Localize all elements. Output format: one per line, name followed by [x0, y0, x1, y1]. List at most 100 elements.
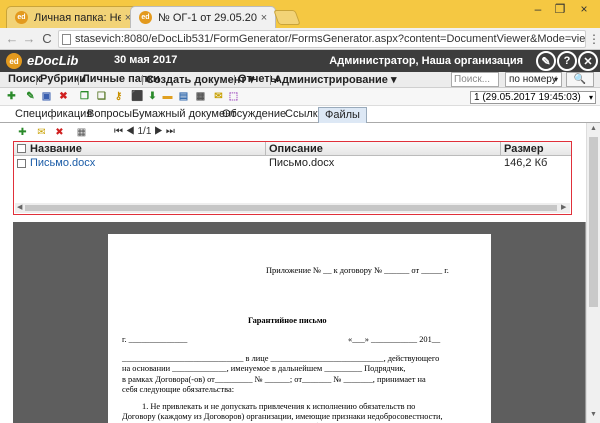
screen: ed Личная папка: Недавни × ed № ОГ-1 от …	[0, 0, 600, 423]
search-mode-select[interactable]: по номеру ▾	[505, 72, 562, 87]
menu-separator	[142, 75, 143, 85]
file-name-link[interactable]: Письмо.docx	[30, 157, 95, 169]
maximize-icon[interactable]: ❐	[552, 2, 568, 16]
settings-icon[interactable]: ✎	[536, 51, 556, 71]
menu-administration[interactable]: Администрирование ▾	[274, 73, 397, 86]
copy-icon[interactable]: ❐	[79, 91, 90, 102]
scroll-down-icon[interactable]: ▼	[590, 411, 597, 418]
add-icon[interactable]: ✚	[6, 91, 17, 102]
files-panel: ⏮ ◀ 1/1 ▶ ⏭ ✚ ✉ ✖ ▦ Название Описание Разме…	[0, 123, 586, 220]
route-icon[interactable]: ⬚	[228, 91, 239, 102]
main-menu: Поиск Рубрики Личные папки Создать докум…	[0, 72, 600, 88]
files-toolbar: ⏮ ◀ 1/1 ▶ ⏭ ✚ ✉ ✖ ▦	[0, 126, 586, 140]
minimize-icon[interactable]: –	[530, 2, 546, 16]
last-page-icon[interactable]: ⏭	[166, 126, 175, 137]
page-indicator: 1/1	[137, 126, 152, 137]
document-text-line: на основании _____________, именуемое в …	[122, 364, 406, 373]
delete-icon[interactable]: ✖	[58, 91, 69, 102]
delete-file-icon[interactable]: ✖	[54, 127, 65, 138]
scrollbar-thumb[interactable]	[589, 137, 598, 307]
document-toolbar: 1 (29.05.2017 19:45:03) ▾ ✚ ✎ ▣ ✖ ❐ ❏ ⚷ ⬛ ⬇ ▬ ▤ ▦ ✉ ⬚	[0, 88, 600, 106]
address-bar[interactable]: stasevich:8080/eDocLib531/FormGenerator/…	[58, 30, 586, 48]
download-icon[interactable]: ⬇	[147, 91, 158, 102]
scroll-right-icon[interactable]: ▶	[561, 203, 566, 211]
logout-icon[interactable]: ✕	[578, 51, 598, 71]
scroll-up-icon[interactable]: ▲	[590, 125, 597, 132]
document-text-line: г. ______________	[122, 335, 188, 344]
menu-separator	[234, 75, 235, 85]
browser-tab-title: Личная папка: Недавни	[34, 11, 121, 24]
app-brand: eDocLib	[27, 53, 79, 68]
new-tab-button[interactable]	[273, 10, 301, 25]
folder-icon[interactable]: ▬	[162, 91, 173, 102]
tab-files[interactable]: Файлы	[318, 107, 367, 123]
mail-file-icon[interactable]: ✉	[36, 127, 47, 138]
archive-icon[interactable]: ▤	[178, 91, 189, 102]
save-icon[interactable]: ▣	[41, 91, 52, 102]
edoclib-logo-icon: ed	[6, 53, 22, 69]
document-text-line: _____________________________ в лице ___…	[122, 354, 440, 363]
search-input[interactable]: Поиск...	[451, 72, 499, 87]
menu-create-document-label: Создать документ	[146, 74, 246, 86]
column-separator	[500, 142, 501, 156]
browser-menu-icon[interactable]: ⋮	[588, 32, 600, 46]
app-header: ed eDocLib 30 мая 2017 Администратор, На…	[0, 50, 600, 72]
forward-icon[interactable]: →	[21, 31, 37, 46]
menu-separator	[36, 75, 37, 85]
column-header-size[interactable]: Размер	[504, 143, 544, 155]
select-all-checkbox[interactable]	[17, 144, 26, 153]
print-icon[interactable]: ▦	[195, 91, 206, 102]
document-text-line: в рамках Договора(-ов) от_________ № ___…	[122, 375, 426, 384]
column-header-description[interactable]: Описание	[269, 143, 323, 155]
search-mode-value: по номеру	[509, 74, 557, 85]
print-file-icon[interactable]: ▦	[76, 127, 87, 138]
menu-administration-label: Администрирование	[274, 74, 388, 86]
version-select[interactable]: 1 (29.05.2017 19:45:03) ▾	[470, 91, 596, 104]
first-page-icon[interactable]: ⏮	[114, 126, 123, 137]
page-icon	[62, 34, 71, 45]
menu-rubrics[interactable]: Рубрики	[40, 73, 86, 85]
prev-page-icon[interactable]: ◀	[126, 126, 135, 137]
edit-icon[interactable]: ✎	[25, 91, 36, 102]
browser-tab-title: № ОГ-1 от 29.05.2017 Ог	[158, 11, 257, 24]
scrollbar-thumb[interactable]	[25, 205, 557, 211]
document-text-line: себя следующие обязательства:	[122, 385, 235, 394]
approve-icon[interactable]: ⬛	[131, 91, 143, 102]
pager: ⏮ ◀ 1/1 ▶ ⏭	[114, 126, 175, 137]
column-separator	[265, 142, 266, 156]
paste-icon[interactable]: ❏	[96, 91, 107, 102]
help-icon[interactable]: ?	[557, 51, 577, 71]
tab-specification[interactable]: Спецификация	[15, 108, 92, 120]
tab-questions[interactable]: Вопросы	[87, 108, 132, 120]
tab-discussion[interactable]: Обсуждение	[222, 108, 286, 120]
document-text-line: «___» ___________ 201__	[348, 335, 441, 344]
back-icon[interactable]: ←	[4, 31, 20, 46]
next-page-icon[interactable]: ▶	[154, 126, 163, 137]
mail-icon[interactable]: ✉	[213, 91, 224, 102]
edoclib-favicon-icon: ed	[139, 11, 152, 24]
url-text: stasevich:8080/eDocLib531/FormGenerator/…	[75, 33, 586, 45]
document-text-line: 1. Не привлекать и не допускать привлече…	[142, 402, 416, 411]
files-grid: Название Описание Размер Письмо.docx Пис…	[13, 141, 572, 215]
vertical-scrollbar[interactable]: ▲ ▼	[586, 123, 600, 423]
add-file-icon[interactable]: ✚	[17, 127, 28, 138]
browser-tab-personal-folder[interactable]: ed Личная папка: Недавни ×	[6, 6, 140, 28]
current-date: 30 мая 2017	[114, 54, 178, 66]
reload-icon[interactable]: C	[39, 31, 55, 46]
menu-reports[interactable]: Отчеты	[238, 73, 279, 85]
tab-paper-document[interactable]: Бумажный документ	[132, 108, 236, 120]
browser-tab-strip: ed Личная папка: Недавни × ed № ОГ-1 от …	[0, 0, 600, 28]
close-tab-icon[interactable]: ×	[257, 12, 271, 24]
table-row[interactable]: Письмо.docx Письмо.docx 146,2 Кб	[14, 156, 571, 170]
browser-tab-document[interactable]: ed № ОГ-1 от 29.05.2017 Ог ×	[130, 6, 276, 28]
window-close-icon[interactable]: ×	[576, 2, 592, 16]
search-button[interactable]: 🔍	[566, 72, 594, 87]
scroll-left-icon[interactable]: ◀	[17, 203, 22, 211]
chevron-down-icon: ▾	[390, 74, 397, 86]
column-header-name[interactable]: Название	[30, 143, 82, 155]
edoclib-favicon-icon: ed	[15, 11, 28, 24]
viewer-border	[585, 222, 586, 423]
key-icon[interactable]: ⚷	[113, 91, 124, 102]
horizontal-scrollbar[interactable]: ◀ ▶	[15, 203, 570, 213]
row-checkbox[interactable]	[17, 159, 26, 168]
